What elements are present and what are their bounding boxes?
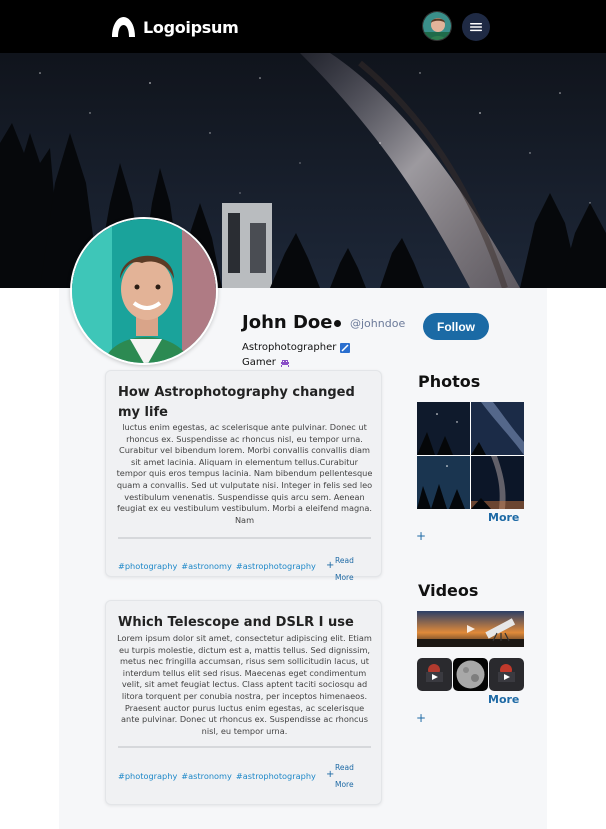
logo-mark-icon xyxy=(110,16,137,38)
video-thumbnail[interactable] xyxy=(453,658,488,691)
photo-thumbnail[interactable] xyxy=(417,456,470,509)
post-card: Which Telescope and DSLR I use Lorem ips… xyxy=(105,600,382,805)
bio-line-gamer: Gamer xyxy=(242,357,290,368)
profile-photo[interactable] xyxy=(70,217,218,365)
tag-list: #photography #astronomy #astrophotograph… xyxy=(118,771,316,781)
photo-thumbnail[interactable] xyxy=(417,402,470,455)
video-thumbnail[interactable] xyxy=(417,611,524,647)
profile-name: John Doe xyxy=(242,312,333,333)
tag-list: #photography #astronomy #astrophotograph… xyxy=(118,561,316,571)
videos-plus-icon[interactable]: + xyxy=(416,711,426,725)
tag-photography[interactable]: #photography xyxy=(118,771,177,781)
hamburger-icon xyxy=(470,23,482,32)
post-body: Lorem ipsum dolor sit amet, consectetur … xyxy=(117,633,372,736)
tag-astronomy[interactable]: #astronomy xyxy=(181,561,232,571)
read-more-link[interactable]: Read More xyxy=(335,552,357,586)
menu-button[interactable] xyxy=(462,13,490,41)
post-card: How Astrophotography changed my life luc… xyxy=(105,370,382,582)
post-title[interactable]: Which Telescope and DSLR I use xyxy=(118,613,373,633)
profile-handle[interactable]: @johndoe xyxy=(350,317,405,330)
logo[interactable]: Logoipsum xyxy=(110,14,239,40)
top-navbar: Logoipsum xyxy=(0,0,606,53)
bio-text-2: Gamer xyxy=(242,357,276,368)
divider xyxy=(118,746,371,748)
status-dot xyxy=(334,320,341,327)
bio-text-1: Astrophotographer xyxy=(242,342,337,353)
photo-thumbnail[interactable] xyxy=(471,402,524,455)
avatar[interactable] xyxy=(422,11,452,41)
videos-heading: Videos xyxy=(418,581,479,600)
expand-plus-icon[interactable]: + xyxy=(326,560,334,571)
tag-photography[interactable]: #photography xyxy=(118,561,177,571)
videos-more-link[interactable]: More xyxy=(488,693,519,706)
divider xyxy=(118,537,371,539)
bio-line-astrophotographer: Astrophotographer xyxy=(242,342,351,353)
space-invader-icon xyxy=(280,359,289,367)
photos-more-link[interactable]: More xyxy=(488,511,519,524)
logo-text: Logoipsum xyxy=(143,17,239,37)
tag-astrophotography[interactable]: #astrophotography xyxy=(236,561,316,571)
read-more-link[interactable]: Read More xyxy=(335,759,357,793)
tag-astronomy[interactable]: #astronomy xyxy=(181,771,232,781)
follow-button[interactable]: Follow xyxy=(423,313,489,340)
video-thumbnail[interactable] xyxy=(489,658,524,691)
photo-thumbnail[interactable] xyxy=(471,456,524,509)
photos-heading: Photos xyxy=(418,372,481,391)
tag-astrophotography[interactable]: #astrophotography xyxy=(236,771,316,781)
photos-plus-icon[interactable]: + xyxy=(416,529,426,543)
video-thumbnail[interactable] xyxy=(417,658,452,691)
photo-grid xyxy=(417,402,524,509)
post-body: luctus enim egestas, ac scelerisque ante… xyxy=(116,422,373,525)
telescope-badge-icon xyxy=(340,342,351,353)
expand-plus-icon[interactable]: + xyxy=(326,769,334,780)
post-title[interactable]: How Astrophotography changed my life xyxy=(118,383,373,423)
